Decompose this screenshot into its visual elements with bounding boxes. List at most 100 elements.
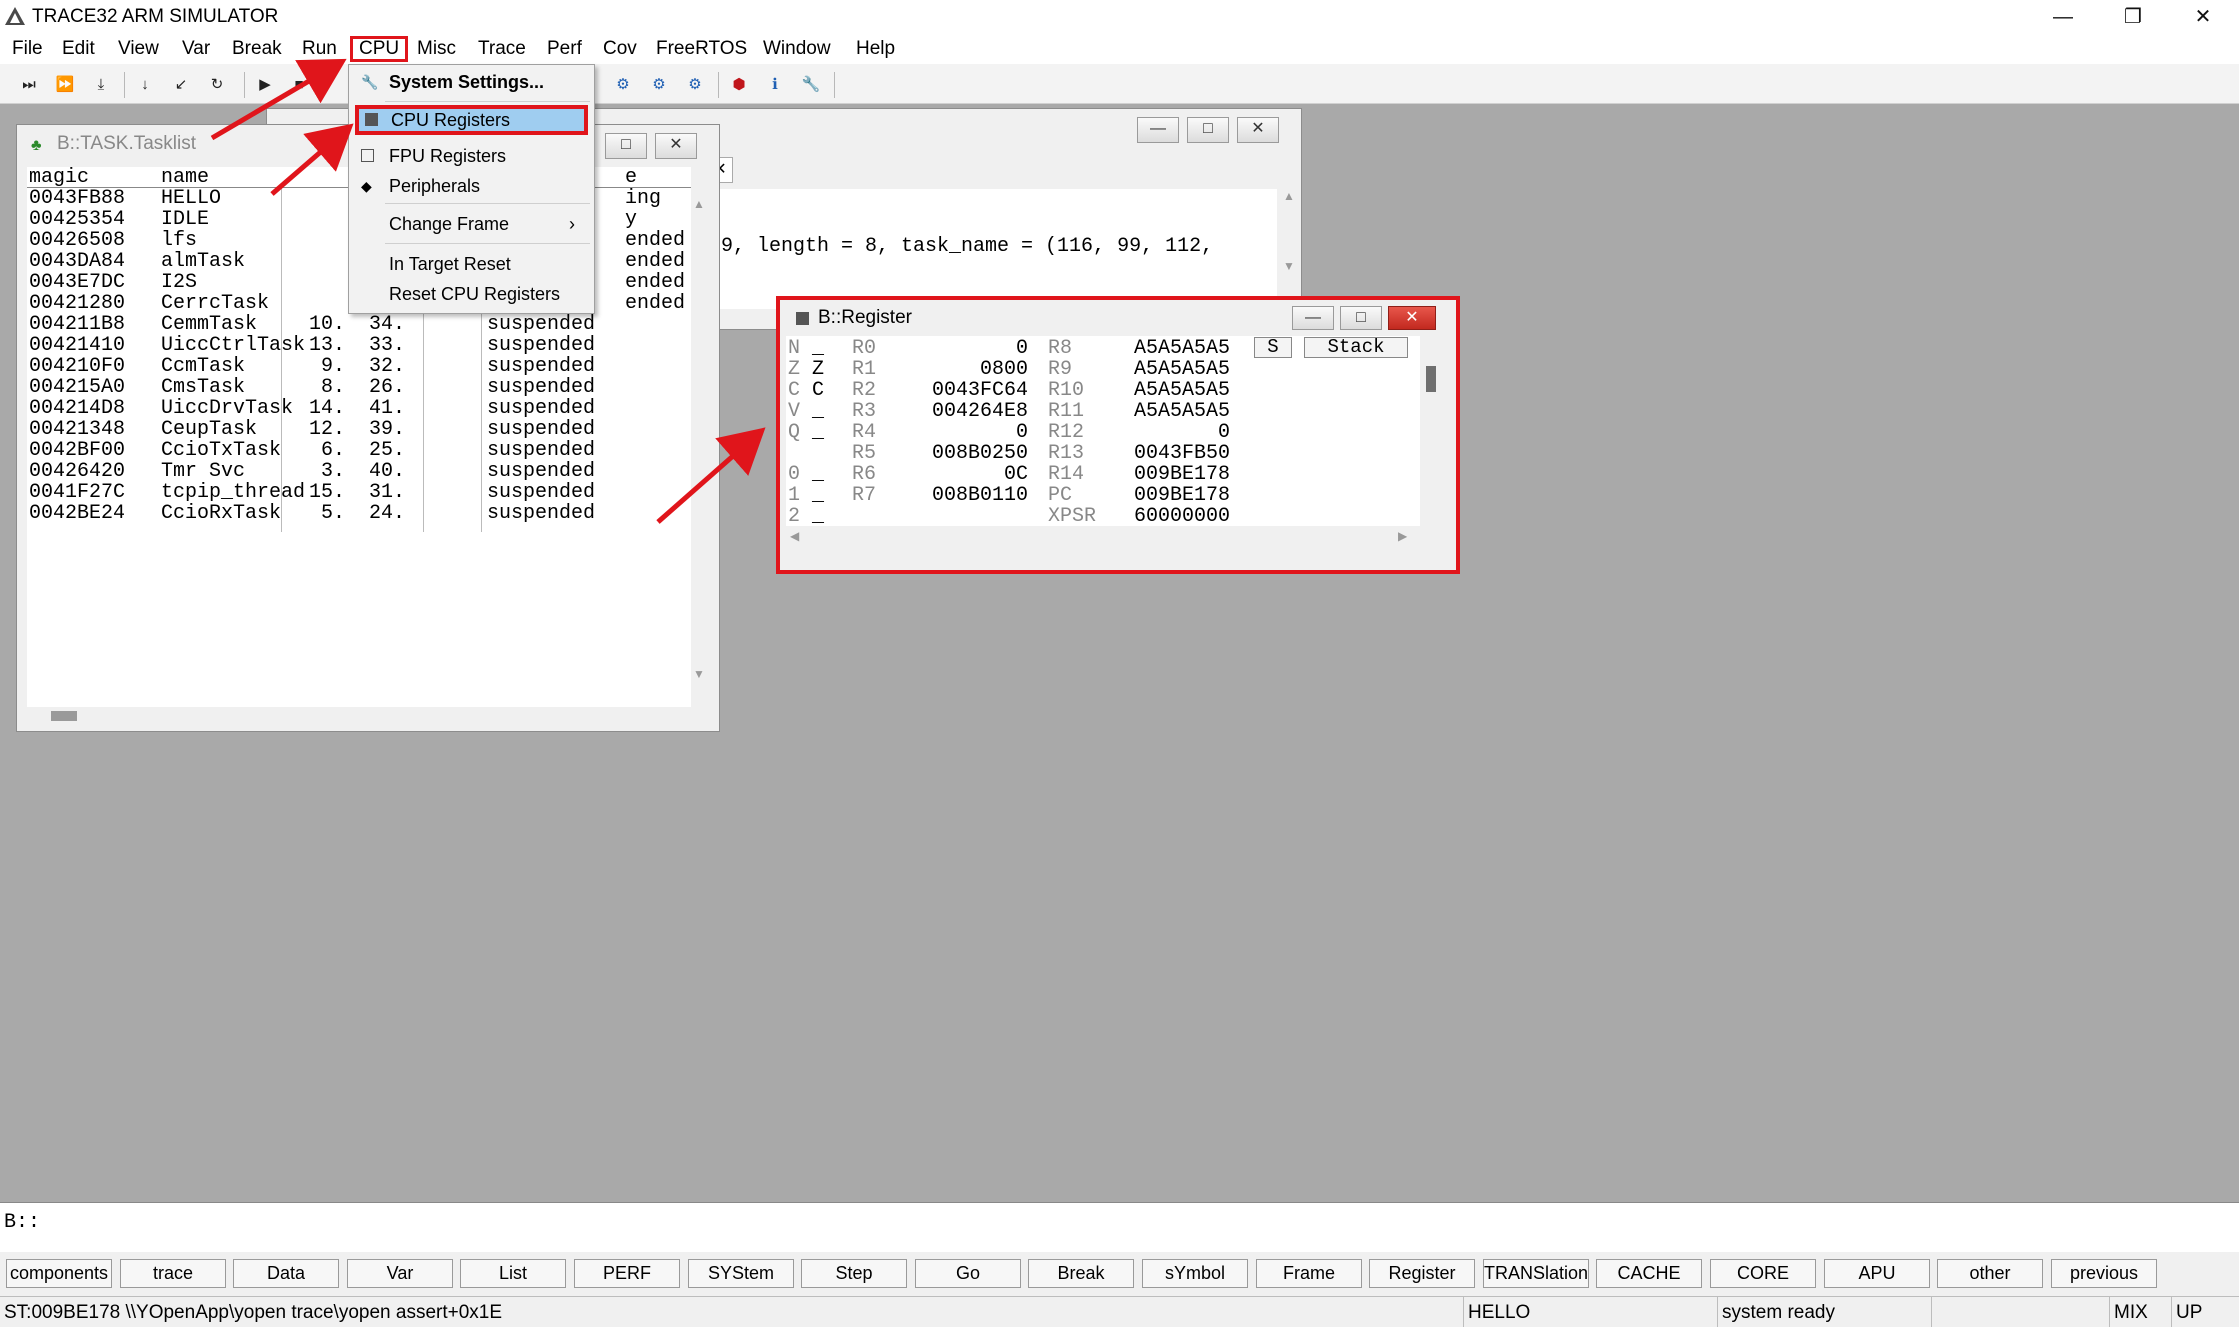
trace-icon[interactable]: ⚙ — [682, 72, 708, 98]
variable-window-minimize-button[interactable]: — — [1137, 117, 1179, 143]
up-return-icon[interactable]: ↻ — [204, 72, 230, 98]
scroll-down-icon[interactable]: ▼ — [693, 667, 705, 681]
softkey-button[interactable]: Step — [801, 1259, 907, 1288]
register-value[interactable]: A5A5A5A5 — [1110, 380, 1230, 401]
register-value[interactable]: A5A5A5A5 — [1110, 401, 1230, 422]
tasklist-maximize-button[interactable]: □ — [605, 133, 647, 159]
register-value[interactable]: 0 — [908, 338, 1028, 359]
register-value[interactable]: A5A5A5A5 — [1110, 338, 1230, 359]
table-row[interactable]: 00426420 Tmr Svc 3. 40. suspended — [27, 461, 691, 482]
softkey-button[interactable]: components — [6, 1259, 112, 1288]
softkey-button[interactable]: SYStem — [688, 1259, 794, 1288]
table-row[interactable]: 00421348 CeupTask 12. 39. suspended — [27, 419, 691, 440]
softkey-button[interactable]: Break — [1028, 1259, 1134, 1288]
vscroll-thumb[interactable] — [1426, 366, 1436, 392]
register-titlebar[interactable]: B::Register — □ ✕ — [780, 300, 1456, 336]
menu-help[interactable]: Help — [850, 36, 901, 62]
stop-sign-icon[interactable]: ⬢ — [726, 72, 752, 98]
variable-scrollbar[interactable]: ▲ ▼ — [1279, 189, 1299, 309]
return-icon[interactable]: ↙ — [168, 72, 194, 98]
debug-icon[interactable]: ⚙ — [610, 72, 636, 98]
table-row[interactable]: 004214D8 UiccDrvTask 14. 41. suspended — [27, 398, 691, 419]
tasklist-hscrollbar[interactable] — [27, 707, 691, 727]
menu-trace[interactable]: Trace — [472, 36, 532, 62]
down-arrow-icon[interactable]: ↓ — [132, 72, 158, 98]
register-value[interactable]: 60000000 — [1110, 506, 1230, 526]
info-icon[interactable]: ℹ — [762, 72, 788, 98]
go-icon[interactable]: ▶ — [252, 72, 278, 98]
scroll-left-icon[interactable]: ◀ — [790, 529, 799, 543]
register-value[interactable]: A5A5A5A5 — [1110, 359, 1230, 380]
menu-misc[interactable]: Misc — [411, 36, 462, 62]
table-row[interactable]: 0042BF00 CcioTxTask 6. 25. suspended — [27, 440, 691, 461]
column-header-magic[interactable]: magic — [29, 167, 89, 188]
register-value[interactable]: 0 — [1110, 422, 1230, 443]
register-minimize-button[interactable]: — — [1292, 306, 1334, 330]
flag-value[interactable]: _ — [812, 485, 824, 506]
column-header-state[interactable]: e — [625, 167, 637, 188]
menu-item-peripherals[interactable]: ◆ Peripherals — [349, 171, 594, 201]
table-row[interactable]: 004211B8 CemmTask 10. 34. suspended — [27, 314, 691, 335]
stack-button[interactable]: Stack — [1304, 337, 1408, 358]
menu-view[interactable]: View — [112, 36, 165, 62]
hscroll-thumb[interactable] — [51, 711, 77, 721]
register-value[interactable]: 009BE178 — [1110, 485, 1230, 506]
softkey-button[interactable]: PERF — [574, 1259, 680, 1288]
table-row[interactable]: 0041F27C tcpip_thread 15. 31. suspended — [27, 482, 691, 503]
softkey-button[interactable]: Var — [347, 1259, 453, 1288]
menu-item-in-target-reset[interactable]: In Target Reset — [349, 249, 594, 279]
flag-value[interactable]: _ — [812, 422, 824, 443]
scroll-right-icon[interactable]: ▶ — [1398, 529, 1407, 543]
register-value[interactable]: 008B0250 — [908, 443, 1028, 464]
softkey-button[interactable]: Register — [1369, 1259, 1475, 1288]
softkey-button[interactable]: Data — [233, 1259, 339, 1288]
flag-value[interactable]: _ — [812, 464, 824, 485]
menu-var[interactable]: Var — [176, 36, 216, 62]
register-value[interactable]: 009BE178 — [1110, 464, 1230, 485]
softkey-button[interactable]: previous — [2051, 1259, 2157, 1288]
tasklist-vscrollbar[interactable]: ▲ ▼ — [691, 187, 711, 685]
register-hscrollbar[interactable]: ◀ ▶ — [786, 526, 1420, 546]
wrench-icon[interactable]: 🔧 — [798, 72, 824, 98]
variable-window-maximize-button[interactable]: □ — [1187, 117, 1229, 143]
command-line[interactable]: B:: — [0, 1202, 2239, 1252]
table-row[interactable]: 00421410 UiccCtrlTask 13. 33. suspended — [27, 335, 691, 356]
register-value[interactable]: 0043FB50 — [1110, 443, 1230, 464]
register-value[interactable]: 008B0110 — [908, 485, 1028, 506]
memory-icon[interactable]: ⚙ — [646, 72, 672, 98]
restore-button[interactable]: ❐ — [2100, 0, 2166, 34]
scroll-up-icon[interactable]: ▲ — [693, 197, 705, 211]
menu-item-fpu-registers[interactable]: FPU Registers — [349, 141, 594, 171]
flag-value[interactable]: _ — [812, 338, 824, 359]
variable-window-close-button[interactable]: ✕ — [1237, 117, 1279, 143]
table-row[interactable]: 004210F0 CcmTask 9. 32. suspended — [27, 356, 691, 377]
menu-freertos[interactable]: FreeRTOS — [650, 36, 753, 62]
menu-cov[interactable]: Cov — [597, 36, 643, 62]
softkey-button[interactable]: Go — [915, 1259, 1021, 1288]
register-value[interactable]: 004264E8 — [908, 401, 1028, 422]
softkey-button[interactable]: CORE — [1710, 1259, 1816, 1288]
menu-perf[interactable]: Perf — [541, 36, 588, 62]
menu-item-cpu-registers[interactable]: CPU Registers — [355, 105, 588, 135]
flag-value[interactable]: C — [812, 380, 824, 401]
softkey-button[interactable]: other — [1937, 1259, 2043, 1288]
minimize-button[interactable]: — — [2030, 0, 2096, 34]
tasklist-close-button[interactable]: ✕ — [655, 133, 697, 159]
menu-run[interactable]: Run — [296, 36, 343, 62]
s-button[interactable]: S — [1254, 337, 1292, 358]
register-value[interactable]: 0800 — [908, 359, 1028, 380]
menu-window[interactable]: Window — [757, 36, 837, 62]
menu-item-change-frame[interactable]: Change Frame › — [349, 209, 594, 239]
close-button[interactable]: ✕ — [2170, 0, 2236, 34]
flag-value[interactable]: _ — [812, 401, 824, 422]
step-into-icon[interactable]: ⏭ — [16, 72, 42, 98]
table-row[interactable]: 0042BE24 CcioRxTask 5. 24. suspended — [27, 503, 691, 524]
register-close-button[interactable]: ✕ — [1388, 306, 1436, 330]
softkey-button[interactable]: trace — [120, 1259, 226, 1288]
softkey-button[interactable]: CACHE — [1596, 1259, 1702, 1288]
register-vscrollbar[interactable] — [1420, 336, 1442, 526]
softkey-button[interactable]: APU — [1824, 1259, 1930, 1288]
softkey-button[interactable]: Frame — [1256, 1259, 1362, 1288]
menu-file[interactable]: File — [6, 36, 49, 62]
softkey-button[interactable]: TRANSlation — [1483, 1259, 1589, 1288]
